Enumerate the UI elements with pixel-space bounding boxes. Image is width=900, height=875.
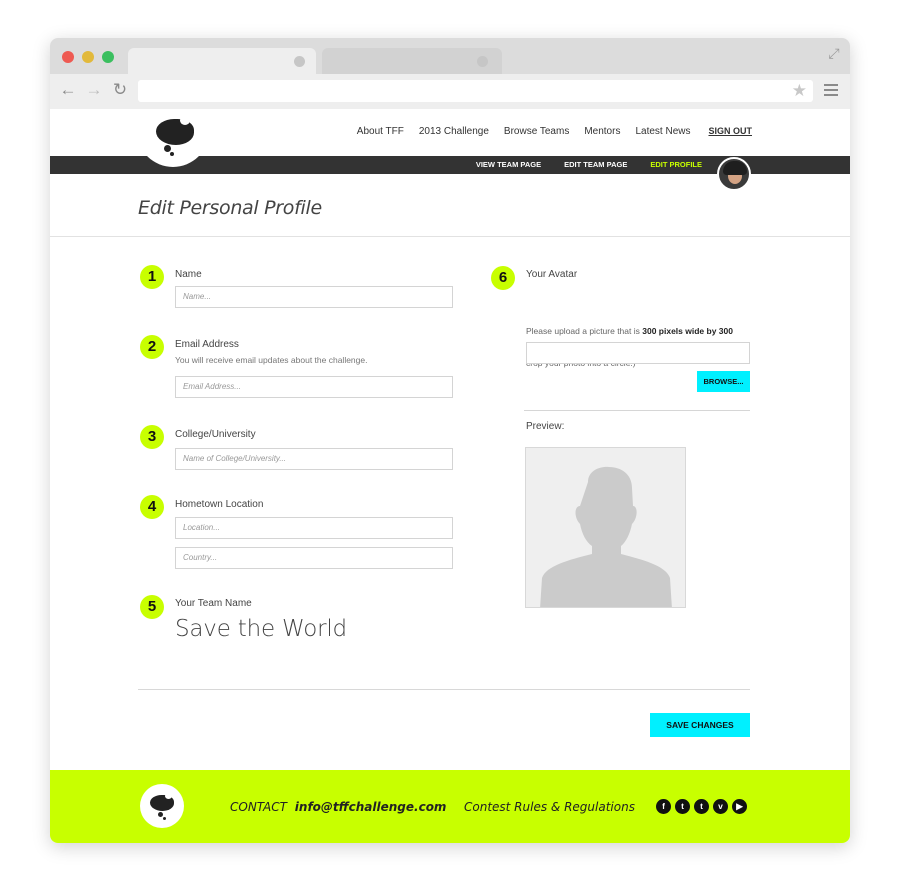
person-placeholder-icon	[540, 466, 672, 607]
divider	[50, 236, 850, 237]
tab-close-icon[interactable]	[477, 56, 488, 67]
user-avatar[interactable]	[717, 157, 751, 191]
step-number-2: 2	[140, 335, 164, 359]
page-title: Edit Personal Profile	[138, 197, 322, 219]
vimeo-icon[interactable]: v	[713, 799, 728, 814]
twitter-icon[interactable]: t	[675, 799, 690, 814]
footer-logo[interactable]	[140, 784, 184, 828]
email-input[interactable]: Email Address...	[175, 376, 453, 398]
nav-item-latest-news[interactable]: Latest News	[635, 126, 690, 137]
email-label: Email Address	[175, 339, 239, 350]
avatar-file-input[interactable]	[526, 342, 750, 364]
name-label: Name	[175, 269, 202, 280]
team-name-value: Save the World	[175, 616, 347, 642]
college-label: College/University	[175, 429, 256, 440]
name-input[interactable]: Name...	[175, 286, 453, 308]
edit-team-page-link[interactable]: EDIT TEAM PAGE	[564, 160, 627, 169]
save-changes-button[interactable]: SAVE CHANGES	[650, 713, 750, 737]
step-number-4: 4	[140, 495, 164, 519]
website: About TFF 2013 Challenge Browse Teams Me…	[50, 109, 850, 843]
fullscreen-icon[interactable]: ⤢	[826, 45, 842, 61]
browser-menu-icon[interactable]	[824, 84, 838, 96]
thought-bubble-logo-icon	[150, 793, 174, 811]
facebook-icon[interactable]: f	[656, 799, 671, 814]
browse-button[interactable]: BROWSE...	[697, 371, 750, 392]
location-input[interactable]: Location...	[175, 517, 453, 539]
contact-email-link[interactable]: info@tffchallenge.com	[295, 800, 447, 814]
step-number-1: 1	[140, 265, 164, 289]
nav-item-mentors[interactable]: Mentors	[584, 126, 620, 137]
divider	[524, 410, 750, 411]
email-help-text: You will receive email updates about the…	[175, 355, 368, 365]
step-number-6: 6	[491, 266, 515, 290]
close-window-button[interactable]	[62, 51, 74, 63]
edit-profile-link[interactable]: EDIT PROFILE	[650, 160, 702, 169]
nav-item-challenge[interactable]: 2013 Challenge	[419, 126, 489, 137]
minimize-window-button[interactable]	[82, 51, 94, 63]
youtube-icon[interactable]: ▶	[732, 799, 747, 814]
browser-chrome: ⤢ ← → ↻ ★	[50, 38, 850, 109]
divider	[138, 689, 750, 690]
browser-tab-inactive[interactable]	[322, 48, 502, 74]
main-nav: About TFF 2013 Challenge Browse Teams Me…	[342, 126, 752, 137]
avatar-preview	[525, 447, 686, 608]
step-number-5: 5	[140, 595, 164, 619]
bookmark-star-icon[interactable]: ★	[792, 81, 807, 101]
tumblr-icon[interactable]: t	[694, 799, 709, 814]
preview-label: Preview:	[526, 421, 565, 432]
forward-icon[interactable]: →	[84, 80, 104, 100]
hometown-label: Hometown Location	[175, 499, 264, 510]
step-number-3: 3	[140, 425, 164, 449]
browser-tab-active[interactable]	[128, 48, 316, 74]
tab-close-icon[interactable]	[294, 56, 305, 67]
site-footer: CONTACT info@tffchallenge.com Contest Ru…	[50, 770, 850, 843]
team-name-label: Your Team Name	[175, 598, 252, 609]
browser-toolbar: ← → ↻ ★	[50, 74, 850, 109]
nav-item-about[interactable]: About TFF	[357, 126, 404, 137]
social-links: f t t v ▶	[656, 799, 747, 814]
reload-icon[interactable]: ↻	[110, 80, 130, 100]
college-input[interactable]: Name of College/University...	[175, 448, 453, 470]
country-input[interactable]: Country...	[175, 547, 453, 569]
avatar-label: Your Avatar	[526, 269, 578, 280]
nav-item-browse-teams[interactable]: Browse Teams	[504, 126, 569, 137]
maximize-window-button[interactable]	[102, 51, 114, 63]
view-team-page-link[interactable]: VIEW TEAM PAGE	[476, 160, 541, 169]
back-icon[interactable]: ←	[58, 80, 78, 100]
footer-contact: CONTACT info@tffchallenge.com	[230, 800, 446, 814]
thought-bubble-logo-icon	[156, 116, 194, 145]
contest-rules-link[interactable]: Contest Rules & Regulations	[464, 800, 635, 814]
sign-out-link[interactable]: SIGN OUT	[708, 126, 752, 137]
address-bar[interactable]: ★	[138, 80, 813, 102]
browser-window: ⤢ ← → ↻ ★ About TFF 2013 Challenge Brows…	[50, 38, 850, 843]
contact-label: CONTACT	[230, 800, 287, 814]
